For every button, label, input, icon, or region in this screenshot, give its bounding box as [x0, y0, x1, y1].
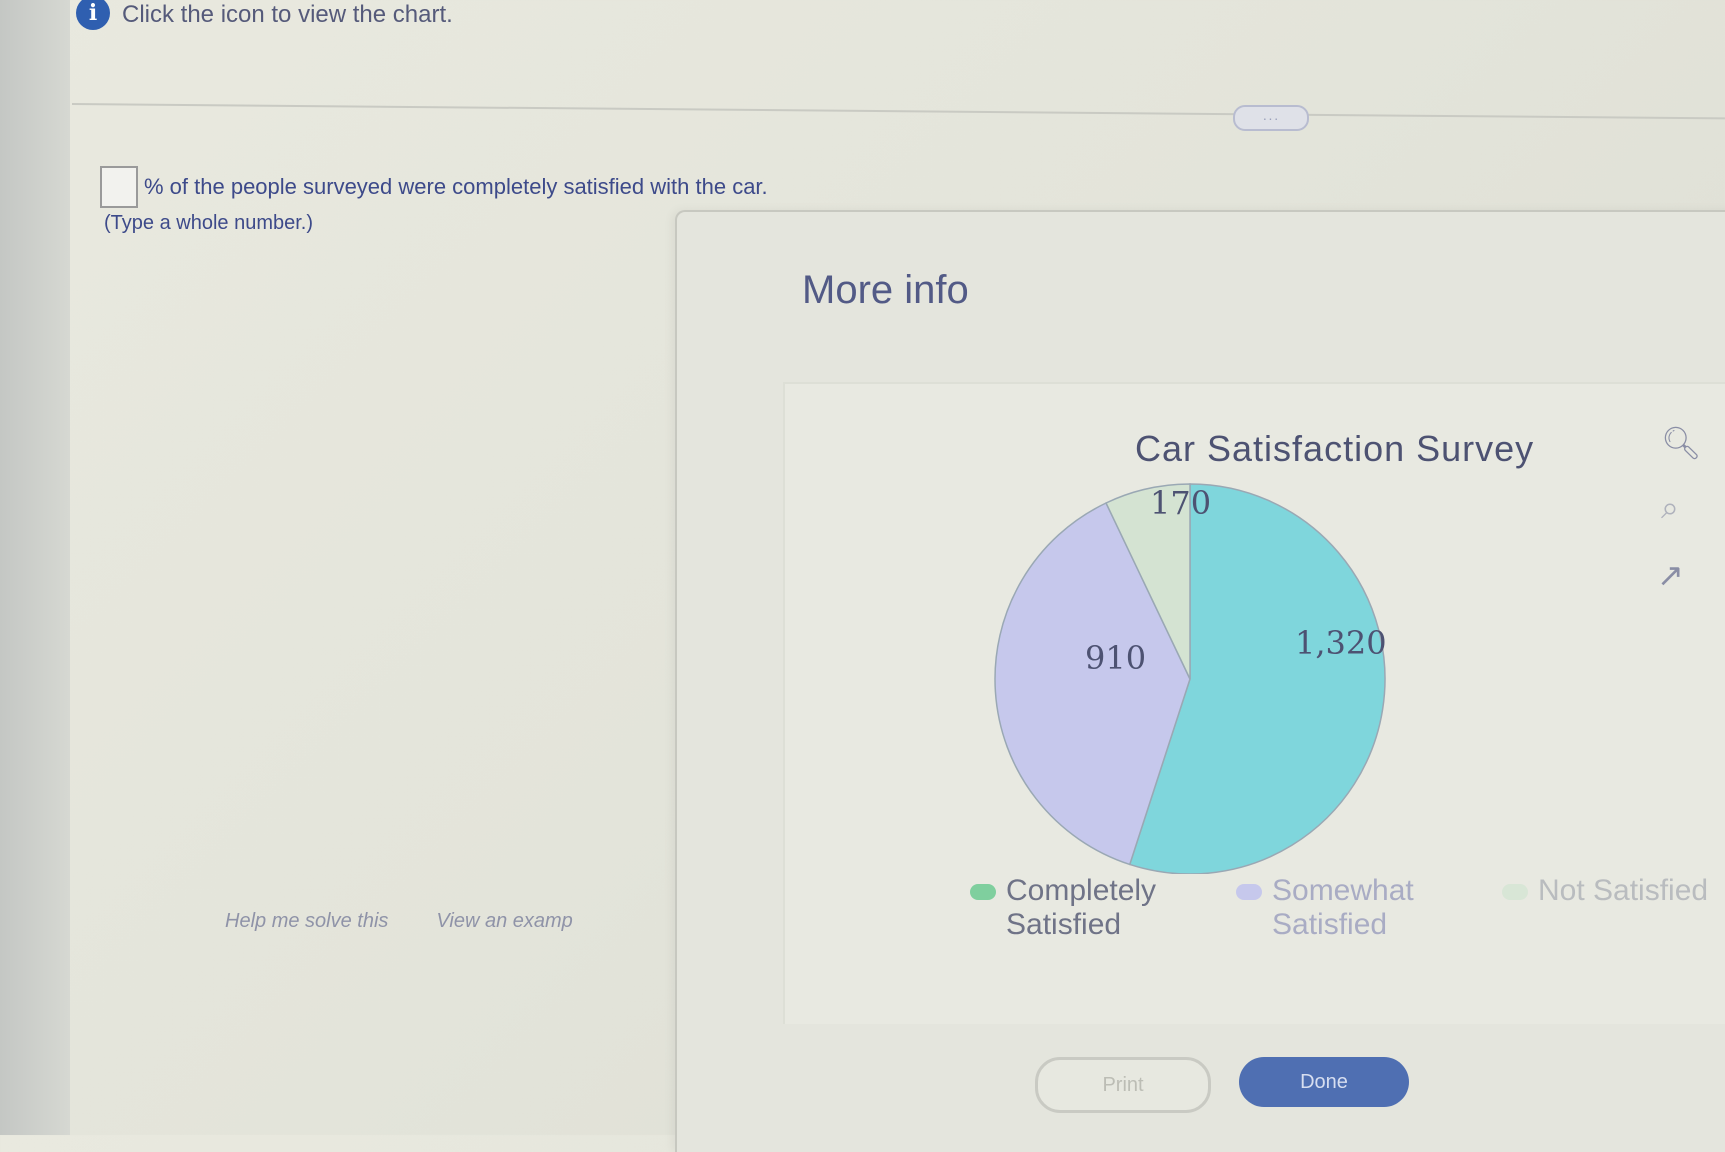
instruction-row: i Click the icon to view the chart.	[76, 0, 453, 30]
pie-label-completely-satisfied: 1,320	[1295, 624, 1387, 662]
help-links: Help me solve this View an examp	[225, 910, 573, 933]
expand-button[interactable]: ···	[1233, 105, 1309, 131]
legend-item-not-satisfied[interactable]: Not Satisfied	[1502, 874, 1708, 942]
legend-label: Not Satisfied	[1538, 874, 1709, 907]
zoom-out-icon[interactable]: ⌕	[1661, 489, 1679, 527]
pie-label-somewhat-satisfied: 910	[1085, 639, 1146, 677]
chart-title: Car Satisfaction Survey	[1135, 428, 1535, 469]
legend-item-somewhat-satisfied[interactable]: Somewhat Satisfied	[1236, 874, 1472, 942]
chart-panel: Car Satisfaction Survey 1,320 910 170 🔍︎ ⌕…	[783, 382, 1725, 1024]
more-info-dialog: More info Car Satisfaction Survey 1,320 9…	[675, 210, 1725, 1152]
help-me-solve-link[interactable]: Help me solve this	[225, 910, 388, 933]
info-icon[interactable]: i	[76, 0, 110, 30]
zoom-in-icon[interactable]: 🔍︎	[1661, 424, 1702, 462]
legend-swatch	[1502, 884, 1528, 900]
answer-input[interactable]	[100, 166, 138, 208]
answer-hint: (Type a whole number.)	[104, 212, 313, 234]
legend-swatch	[1236, 884, 1262, 900]
left-margin	[0, 0, 70, 1135]
instruction-text: Click the icon to view the chart.	[122, 1, 453, 28]
question-text: % of the people surveyed were completely…	[144, 174, 768, 199]
legend-item-completely-satisfied[interactable]: Completely Satisfied	[970, 874, 1206, 942]
dialog-title: More info	[802, 268, 969, 312]
done-button[interactable]: Done	[1239, 1057, 1409, 1107]
legend-label: Somewhat Satisfied	[1272, 874, 1414, 941]
legend-label: Completely Satisfied	[1006, 874, 1157, 941]
view-example-link[interactable]: View an examp	[436, 910, 572, 933]
chart-legend: Completely Satisfied Somewhat Satisfied No…	[970, 874, 1708, 942]
pie-chart: 1,320 910 170	[994, 483, 1387, 874]
question-row: % of the people surveyed were completely…	[100, 166, 768, 208]
legend-swatch	[970, 884, 996, 900]
print-button[interactable]: Print	[1035, 1057, 1211, 1113]
divider	[71, 103, 1725, 120]
popout-icon[interactable]: ↗	[1657, 556, 1684, 594]
pie-label-not-satisfied: 170	[1150, 484, 1211, 522]
